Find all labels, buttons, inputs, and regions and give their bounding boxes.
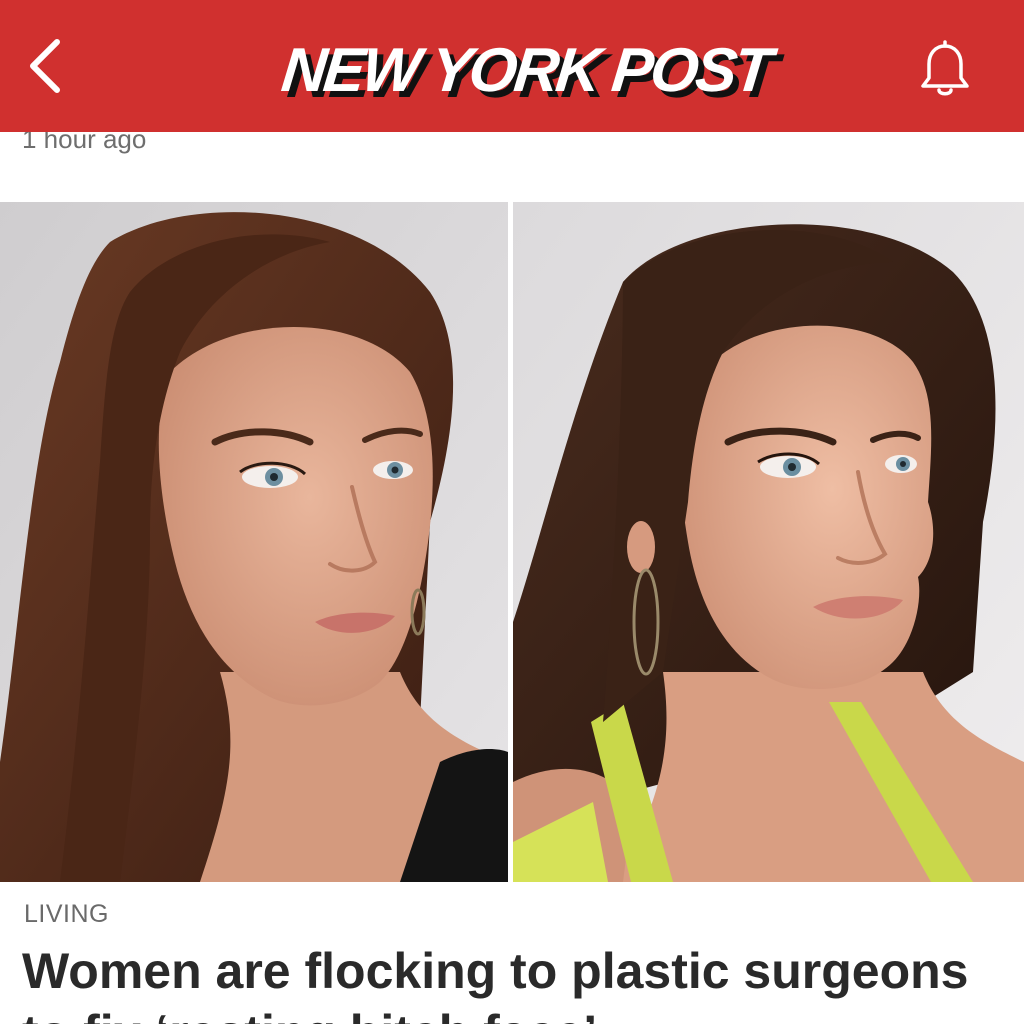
app-header: NEW YORK POST NEW YORK POST	[0, 0, 1024, 132]
article-headline[interactable]: Women are flocking to plastic surgeons t…	[22, 940, 1012, 1024]
app-screen: NEW YORK POST NEW YORK POST 1 hour ago L…	[0, 0, 1024, 1024]
article-image[interactable]	[0, 202, 1024, 882]
section-label[interactable]: LIVING	[24, 900, 109, 929]
before-photo	[0, 202, 508, 882]
logo-text: NEW YORK POST	[278, 36, 773, 105]
chevron-left-icon	[30, 39, 60, 93]
back-button[interactable]	[10, 30, 80, 102]
article-timestamp: 1 hour ago	[22, 132, 147, 154]
timestamp-row: 1 hour ago	[0, 132, 1024, 198]
after-photo	[513, 202, 1024, 882]
notifications-button[interactable]	[908, 36, 982, 106]
new-york-post-logo[interactable]: NEW YORK POST NEW YORK POST	[278, 34, 778, 111]
bell-icon	[921, 40, 969, 96]
